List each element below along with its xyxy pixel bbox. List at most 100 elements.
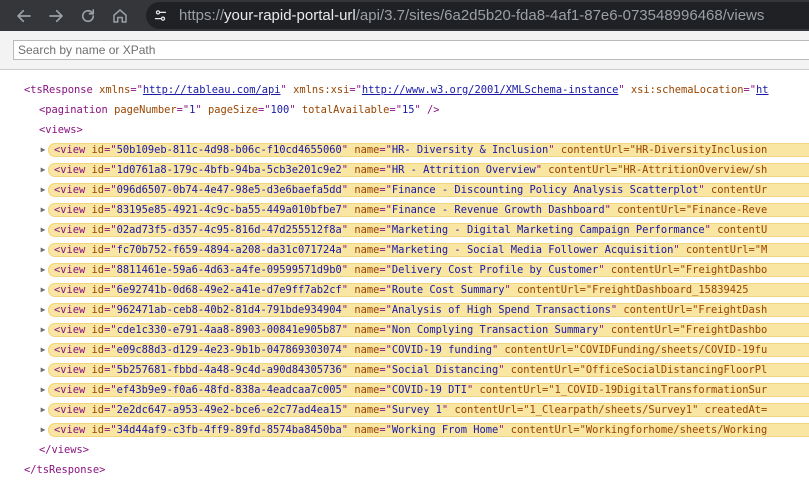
view-highlight: <view id="6e92741b-0d68-49e2-a41e-d7e9ff… [48,283,809,297]
expand-triangle-icon[interactable]: ▶ [39,240,47,260]
browser-toolbar: https://your-rapid-portal-url/api/3.7/si… [0,0,809,31]
link-xmlns[interactable]: http://tableau.com/api [143,84,281,96]
link-schema-location[interactable]: ht [756,84,769,96]
url-scheme: https:// [179,7,225,24]
xml-viewer-toolbar [0,31,809,70]
link-xmlns-xsi[interactable]: http://www.w3.org/2001/XMLSchema-instanc… [362,84,618,96]
views-close: </views> [0,440,809,460]
expand-triangle-icon[interactable]: ▶ [39,420,47,440]
expand-triangle-icon[interactable]: ▶ [39,180,47,200]
reload-button[interactable] [76,4,100,28]
back-button[interactable] [12,4,36,28]
view-list: ▶ <view id="50b109eb-811c-4d98-b06c-f10cd… [0,140,809,440]
attr-xmlns-xsi: xmlns:xsi [293,84,350,96]
expand-triangle-icon[interactable]: ▶ [39,340,47,360]
view-highlight: <view id="096d6507-0b74-4e47-98e5-d3e6ba… [48,183,809,197]
view-highlight: <view id="e09c88d3-d129-4e23-9b1b-047869… [48,343,809,357]
view-tail: contentUrl="FreightDash [623,304,768,316]
view-node[interactable]: ▶ <view id="fc70b752-f659-4894-a208-da31c… [0,240,809,260]
view-name: Marketing - Social Media Follower Acquis… [391,244,674,256]
view-node[interactable]: ▶ <view id="2e2dc647-a953-49e2-bce6-e2c77… [0,400,809,420]
expand-triangle-icon[interactable]: ▶ [39,380,47,400]
view-name: Non Complying Transaction Summary [391,324,599,336]
view-tail: contentUrl="COVIDFunding/sheets/COVID-19… [504,344,768,356]
view-id: 8811461e-59a6-4d63-a4fe-09599571d9b0 [116,264,342,276]
view-highlight: <view id="83195e85-4921-4c9c-ba55-449a01… [48,203,809,217]
view-id: 6e92741b-0d68-49e2-a41e-d7e9ff7ab2cf [116,284,342,296]
view-node[interactable]: ▶ <view id="8811461e-59a6-4d63-a4fe-09599… [0,260,809,280]
expand-triangle-icon[interactable]: ▶ [39,140,47,160]
tag-pagination: <pagination [39,104,108,116]
view-name: COVID-19 DTI [391,384,467,396]
expand-triangle-icon[interactable]: ▶ [39,160,47,180]
ts-response-open: <tsResponse xmlns="http://tableau.com/ap… [24,84,769,96]
xpath-search-input[interactable] [13,40,809,60]
home-icon [113,8,127,23]
pagination-node: <pagination pageNumber="1" pageSize="100… [39,104,440,116]
view-node[interactable]: ▶ <view id="ef43b9e9-f0a6-48fd-838a-4eadc… [0,380,809,400]
view-name: Route Cost Summary [391,284,505,296]
view-highlight: <view id="2e2dc647-a953-49e2-bce6-e2c77a… [48,403,809,417]
view-tail: contentUrl="Workingforhome/sheets/Workin… [510,424,768,436]
view-name: HR - Attrition Overview [391,164,536,176]
view-id: fc70b752-f659-4894-a208-da31c071724a [116,244,342,256]
view-id: 5b257681-fbbd-4a48-9c4d-a90d84305736 [116,364,342,376]
expand-triangle-icon[interactable]: ▶ [39,400,47,420]
view-node[interactable]: ▶ <view id="50b109eb-811c-4d98-b06c-f10cd… [0,140,809,160]
attr-schema-location: xsi:schemaLocation [630,84,744,96]
view-name: Delivery Cost Profile by Customer [391,264,599,276]
view-node[interactable]: ▶ <view id="34d44af9-c3fb-4ff9-89fd-8574b… [0,420,809,440]
tag-views-close: </views> [39,444,90,456]
view-node[interactable]: ▶ <view id="962471ab-ceb8-40b2-81d4-791bd… [0,300,809,320]
view-node[interactable]: ▶ <view id="e09c88d3-d129-4e23-9b1b-04786… [0,340,809,360]
url-text[interactable]: https://your-rapid-portal-url/api/3.7/si… [179,7,764,24]
expand-triangle-icon[interactable]: ▶ [39,280,47,300]
view-name: Finance - Discounting Policy Analysis Sc… [391,184,699,196]
view-tail: contentUrl="OfficeSocialDistancingFloorP… [510,364,768,376]
address-bar[interactable]: https://your-rapid-portal-url/api/3.7/si… [146,2,809,29]
expand-triangle-icon[interactable]: ▶ [39,260,47,280]
home-button[interactable] [108,4,132,28]
view-node[interactable]: ▶ <view id="83195e85-4921-4c9c-ba55-449a0… [0,200,809,220]
view-highlight: <view id="1d0761a8-179c-4bfb-94ba-5cb3e2… [48,163,809,177]
view-name: Marketing - Digital Marketing Campaign P… [391,224,705,236]
view-id: 34d44af9-c3fb-4ff9-89fd-8574ba8450ba [116,424,342,436]
site-info-button[interactable] [150,6,170,26]
view-highlight: <view id="34d44af9-c3fb-4ff9-89fd-8574ba… [48,423,809,437]
expand-triangle-icon[interactable]: ▶ [39,220,47,240]
view-node[interactable]: ▶ <view id="096d6507-0b74-4e47-98e5-d3e6b… [0,180,809,200]
view-node[interactable]: ▶ <view id="1d0761a8-179c-4bfb-94ba-5cb3e… [0,160,809,180]
view-id: 83195e85-4921-4c9c-ba55-449a010bfbe7 [116,204,342,216]
forward-arrow-icon [49,9,63,22]
site-info-icon [154,10,166,21]
expand-triangle-icon[interactable]: ▶ [39,360,47,380]
expand-triangle-icon[interactable]: ▶ [39,300,47,320]
view-name: Social Distancing [391,364,499,376]
view-id: e09c88d3-d129-4e23-9b1b-047869303074 [116,344,342,356]
tag-views-open: <views> [39,124,83,136]
view-node[interactable]: ▶ <view id="cde1c330-e791-4aa8-8903-00841… [0,320,809,340]
forward-button[interactable] [44,4,68,28]
url-host: your-rapid-portal-url [224,7,356,24]
tag-ts-response: <tsResponse [24,84,93,96]
view-highlight: <view id="cde1c330-e791-4aa8-8903-00841e… [48,323,809,337]
expand-triangle-icon[interactable]: ▶ [39,200,47,220]
view-tail: contentU [717,224,768,236]
view-id: 50b109eb-811c-4d98-b06c-f10cd4655060 [116,144,342,156]
view-node[interactable]: ▶ <view id="6e92741b-0d68-49e2-a41e-d7e9f… [0,280,809,300]
view-tail: contentUrl="M [685,244,768,256]
view-tail: contentUrl="1_Clearpath/sheets/Survey1" … [454,404,768,416]
view-id: 962471ab-ceb8-40b2-81d4-791bde934904 [116,304,342,316]
views-open: <views> [0,120,809,140]
tag-ts-response-close: </tsResponse> [24,464,106,476]
view-highlight: <view id="fc70b752-f659-4894-a208-da31c0… [48,243,809,257]
view-highlight: <view id="5b257681-fbbd-4a48-9c4d-a90d84… [48,363,809,377]
view-node[interactable]: ▶ <view id="02ad73f5-d357-4c95-816d-47d25… [0,220,809,240]
view-id: 2e2dc647-a953-49e2-bce6-e2c77ad4ea15 [116,404,342,416]
view-tail: contentUrl="FreightDashboard_15839425 [517,284,749,296]
ts-response-close: </tsResponse> [0,460,809,480]
expand-triangle-icon[interactable]: ▶ [39,320,47,340]
view-node[interactable]: ▶ <view id="5b257681-fbbd-4a48-9c4d-a90d8… [0,360,809,380]
reload-icon [81,8,95,22]
view-highlight: <view id="8811461e-59a6-4d63-a4fe-095995… [48,263,809,277]
